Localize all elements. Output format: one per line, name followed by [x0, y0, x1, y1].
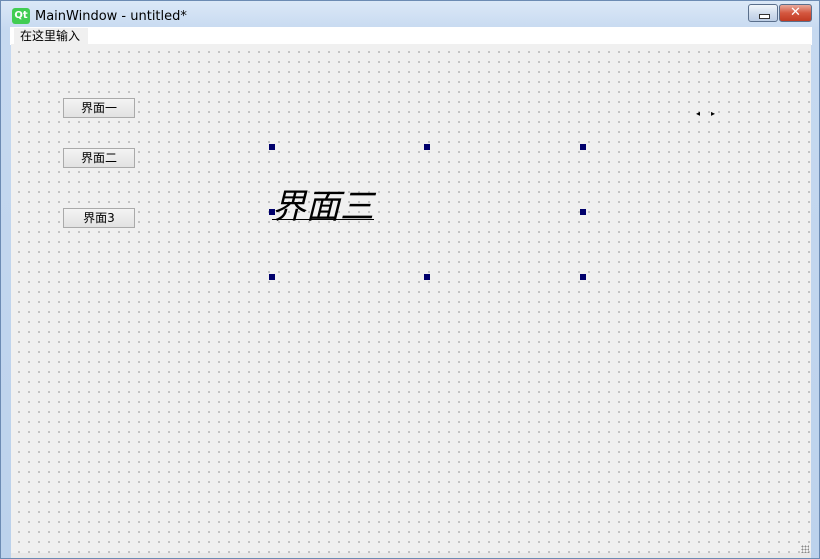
menu-type-here[interactable]: 在这里输入 [14, 28, 89, 44]
selection-handle-left[interactable] [269, 209, 275, 215]
form-canvas[interactable] [11, 44, 811, 554]
arrow-left-icon: ◂ [696, 109, 701, 118]
button-interface-2[interactable]: 界面二 [63, 148, 135, 168]
selection-handle-top-right[interactable] [580, 144, 586, 150]
minimize-icon [759, 14, 770, 19]
arrow-right-icon: ▸ [711, 109, 716, 118]
selected-label[interactable]: 界面三 [272, 187, 374, 227]
horizontal-spacer[interactable]: ◂ ▸ [696, 110, 718, 118]
selection-handle-bottom[interactable] [424, 274, 430, 280]
selection-handle-bottom-left[interactable] [269, 274, 275, 280]
button-interface-1[interactable]: 界面一 [63, 98, 135, 118]
title-bar[interactable]: Qt MainWindow - untitled* ✕ [1, 1, 819, 27]
window-title: MainWindow - untitled* [35, 9, 187, 24]
minimize-button[interactable] [748, 4, 778, 22]
selection-handle-bottom-right[interactable] [580, 274, 586, 280]
resize-grip-icon[interactable] [801, 545, 809, 553]
selection-handle-top-left[interactable] [269, 144, 275, 150]
selection-handle-right[interactable] [580, 209, 586, 215]
menu-bar: 在这里输入 [10, 27, 812, 45]
qt-logo-icon: Qt [12, 8, 30, 24]
status-area [11, 553, 811, 558]
close-icon: ✕ [790, 5, 801, 20]
selection-handle-top[interactable] [424, 144, 430, 150]
button-interface-3[interactable]: 界面3 [63, 208, 135, 228]
close-button[interactable]: ✕ [779, 4, 812, 22]
